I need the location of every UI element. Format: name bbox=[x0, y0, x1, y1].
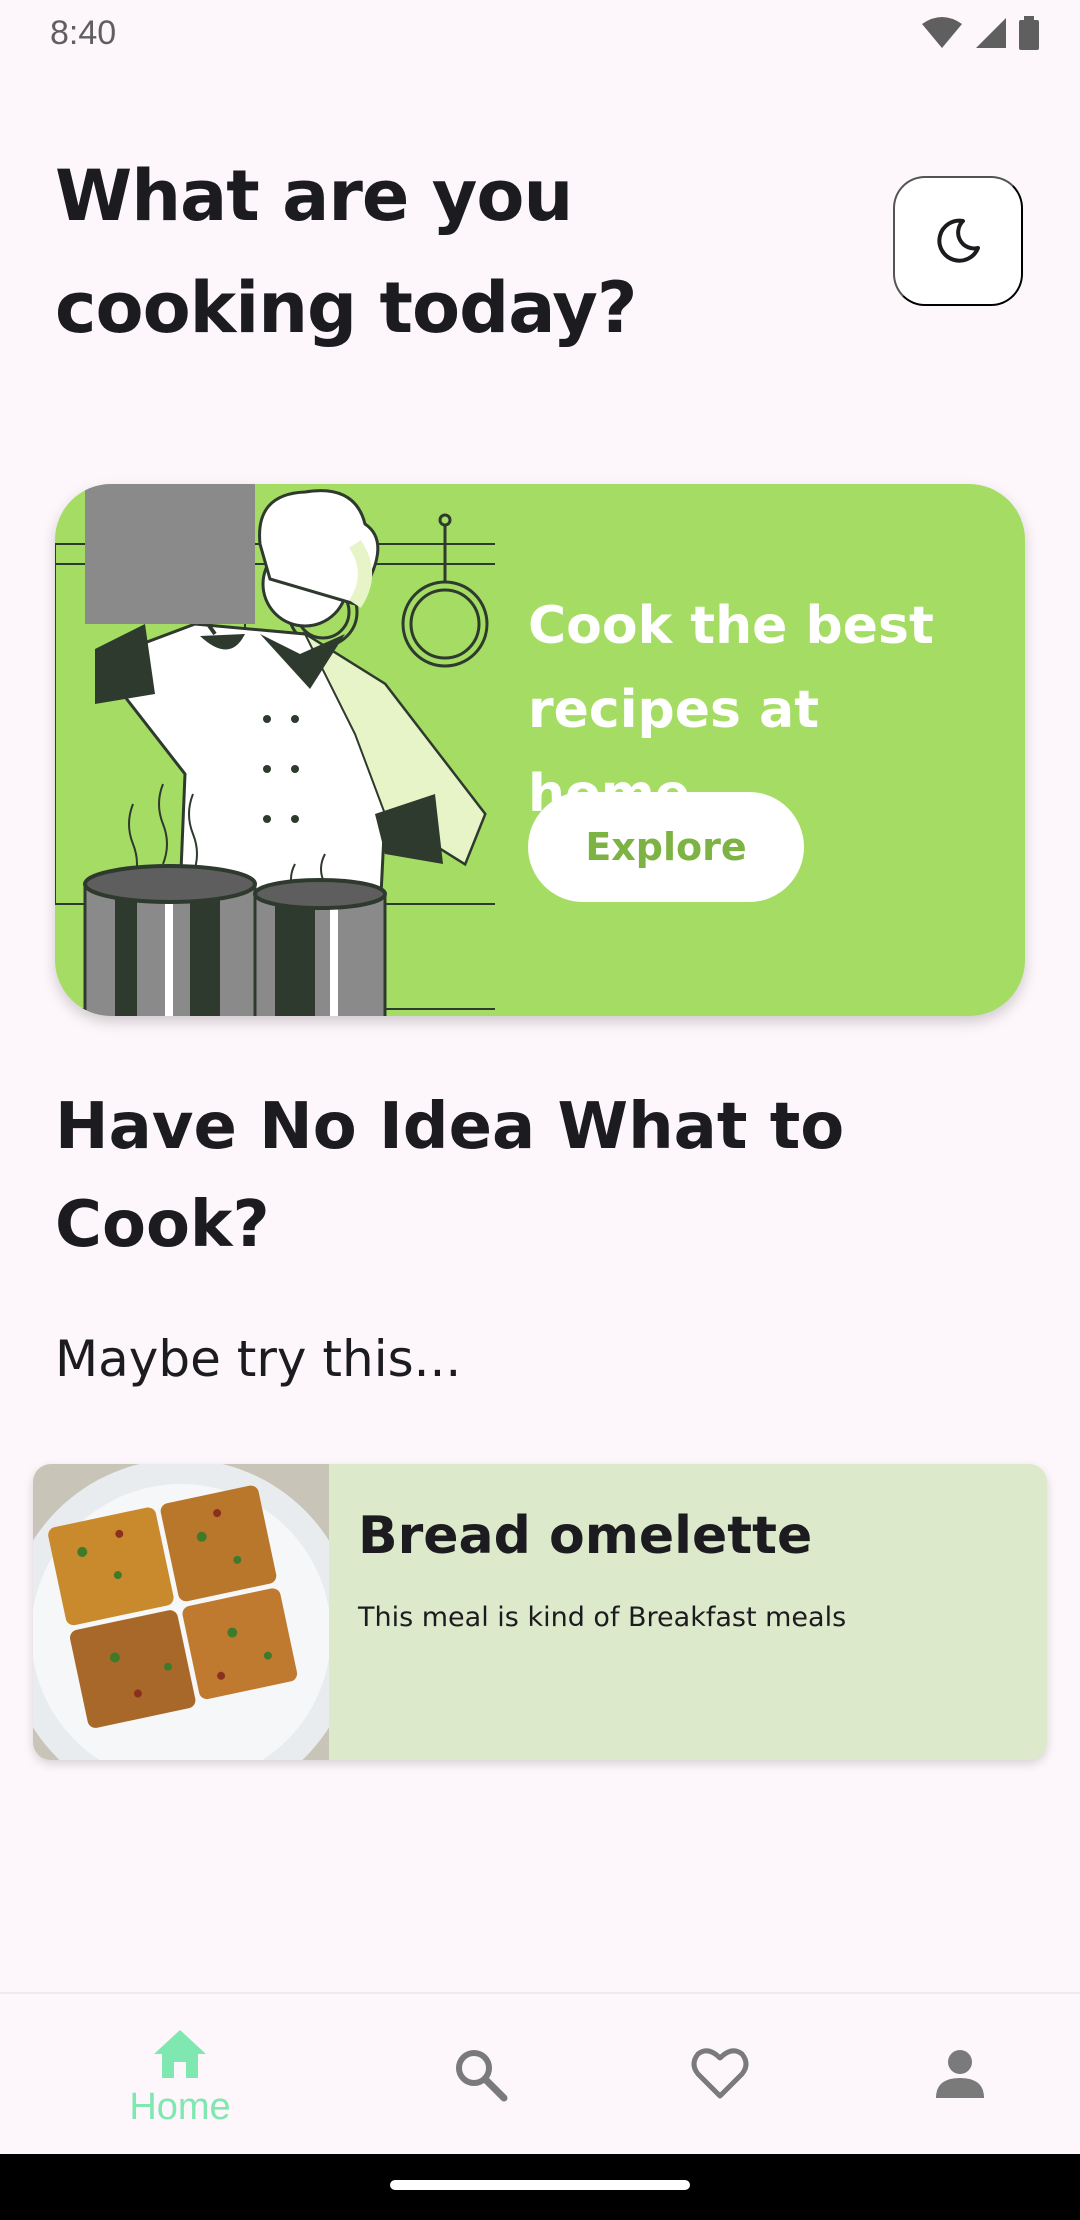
status-time: 8:40 bbox=[50, 14, 117, 52]
battery-icon bbox=[1019, 16, 1039, 50]
moon-icon bbox=[937, 218, 980, 263]
nav-label-home: Home bbox=[129, 2086, 231, 2128]
nav-item-search[interactable] bbox=[360, 1994, 600, 2156]
theme-toggle-button[interactable] bbox=[893, 176, 1023, 306]
meal-name: Bread omelette bbox=[358, 1506, 813, 1566]
status-bar: 8:40 bbox=[0, 0, 1080, 66]
meal-description: This meal is kind of Breakfast meals bbox=[358, 1602, 847, 1633]
section-title: Have No Idea What to Cook? bbox=[55, 1090, 845, 1262]
chef-illustration bbox=[55, 484, 495, 1016]
nav-item-home[interactable]: Home bbox=[60, 1994, 300, 2156]
person-icon bbox=[936, 2050, 984, 2098]
search-icon bbox=[456, 2050, 508, 2102]
home-icon bbox=[154, 2030, 206, 2078]
meal-card[interactable]: Bread omelette This meal is kind of Brea… bbox=[33, 1464, 1047, 1760]
meal-image bbox=[33, 1464, 329, 1760]
section-subtitle: Maybe try this... bbox=[55, 1330, 462, 1388]
heart-icon bbox=[691, 2048, 749, 2099]
status-icons bbox=[920, 16, 1040, 50]
nav-item-profile[interactable] bbox=[840, 1994, 1080, 2156]
page-title: What are you cooking today? bbox=[55, 155, 638, 349]
hero-banner: Cook the best recipes at home Explore bbox=[55, 484, 1025, 1016]
nav-item-favorites[interactable] bbox=[600, 1994, 840, 2156]
wifi-icon bbox=[922, 17, 962, 48]
bottom-navigation: Home bbox=[0, 1992, 1080, 2154]
explore-button[interactable]: Explore bbox=[528, 792, 804, 902]
gesture-handle[interactable] bbox=[390, 2180, 690, 2190]
signal-icon bbox=[976, 18, 1006, 48]
system-gesture-bar bbox=[0, 2154, 1080, 2220]
